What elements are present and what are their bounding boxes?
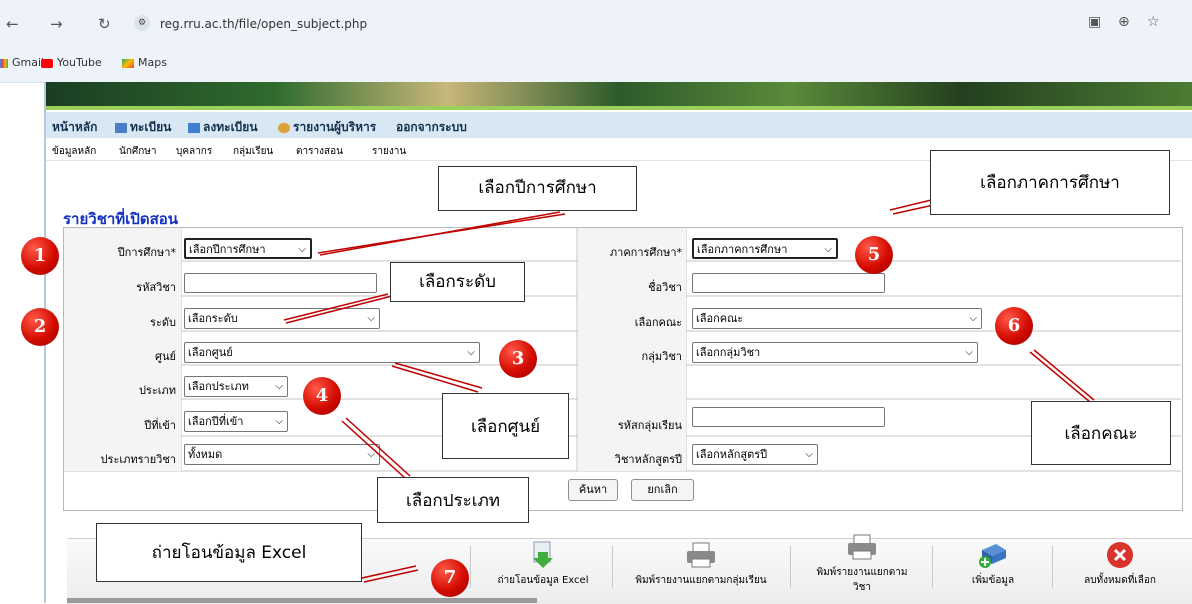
callout-center: เลือกศูนย์ [442,393,569,459]
marker-4: 4 [303,377,341,415]
callout-level: เลือกระดับ [390,262,525,302]
annotation-arrows [283,194,1095,583]
callout-export: ถ่ายโอนข้อมูล Excel [96,523,362,582]
callout-type: เลือกประเภท [377,477,529,523]
callout-semester: เลือกภาคการศึกษา [930,150,1170,215]
marker-5: 5 [855,236,893,274]
marker-2: 2 [21,308,59,346]
marker-3: 3 [499,340,537,378]
marker-1: 1 [21,237,59,275]
callout-faculty: เลือกคณะ [1031,401,1171,465]
marker-6: 6 [995,307,1033,345]
callout-year: เลือกปีการศึกษา [438,166,637,211]
marker-7: 7 [431,559,469,597]
